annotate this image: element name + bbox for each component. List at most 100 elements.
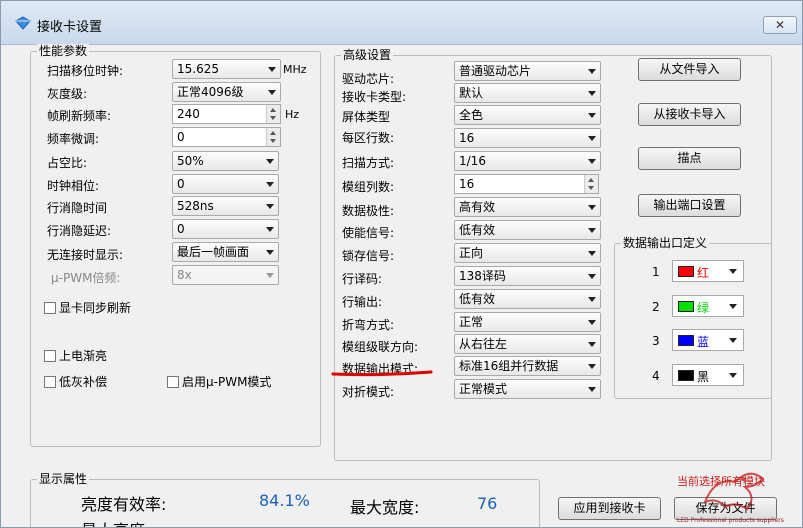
scan-clock-select[interactable]: 15.625 [172,59,281,79]
data-output-mode-select[interactable]: 标准16组并行数据 [454,356,601,376]
latch-signal-label: 锁存信号: [342,249,395,263]
data-polarity-label: 数据极性: [342,204,395,218]
cascade-dir-select[interactable]: 从右往左 [454,334,601,354]
duty-value: 50% [177,154,204,168]
refresh-spinbox[interactable]: 240 [172,104,281,124]
row-output-label: 行输出: [342,295,383,309]
module-cols-label: 模组列数: [342,180,395,194]
chevron-down-icon [266,159,274,164]
lowgray-label: 低灰补偿 [59,375,108,389]
clock-phase-value: 0 [177,177,185,191]
upwm-mult-value: 8x [177,268,192,282]
chevron-down-icon [588,113,596,118]
driver-chip-select[interactable]: 普通驱动芯片 [454,61,601,81]
close-button[interactable]: ✕ [763,16,797,34]
port-color-select[interactable]: 红 [672,260,744,282]
receiver-card-settings-window: 接收卡设置 ✕ 性能参数 扫描移位时钟: 15.625 MHz 灰度级: 正常4… [0,0,803,528]
spin-down-icon[interactable] [270,116,276,120]
no-link-value: 最后一帧画面 [177,245,250,259]
spin-up-icon[interactable] [588,178,594,182]
row-decode-select[interactable]: 138译码 [454,266,601,286]
port-color-select[interactable]: 蓝 [672,329,744,351]
checkbox-icon [44,376,56,388]
output-port-button[interactable]: 输出端口设置 [638,194,741,217]
enable-signal-select[interactable]: 低有效 [454,220,601,240]
data-polarity-select[interactable]: 高有效 [454,197,601,217]
chevron-down-icon [588,364,596,369]
cascade-dir-value: 从右往左 [459,337,508,351]
poweron-label: 上电渐亮 [59,349,108,363]
advanced-legend: 高级设置 [341,48,394,62]
port-color-select[interactable]: 黑 [672,364,744,386]
chevron-down-icon [588,205,596,210]
title-bar: 接收卡设置 ✕ [1,1,802,45]
row-decode-value: 138译码 [459,269,506,283]
poweron-checkbox[interactable]: 上电渐亮 [44,347,107,364]
trace-point-button[interactable]: 描点 [638,147,741,170]
fold-pair-mode-select[interactable]: 正常模式 [454,379,601,399]
scan-clock-label: 扫描移位时钟: [47,64,124,78]
port-color-select[interactable]: 绿 [672,295,744,317]
blank-delay-value: 0 [177,222,185,236]
no-link-label: 无连接时显示: [47,248,124,262]
spin-down-icon[interactable] [270,139,276,143]
freq-fine-spinbox[interactable]: 0 [172,127,281,147]
fold-mode-select[interactable]: 正常 [454,312,601,332]
spin-down-icon[interactable] [588,186,594,190]
vsync-checkbox[interactable]: 显卡同步刷新 [44,299,131,316]
enable-signal-value: 低有效 [459,223,496,237]
blank-time-select[interactable]: 528ns [172,196,279,216]
no-link-select[interactable]: 最后一帧画面 [172,242,279,262]
display-legend: 显示属性 [37,472,90,486]
chevron-down-icon [266,204,274,209]
row-output-select[interactable]: 低有效 [454,289,601,309]
upwm-checkbox[interactable]: 启用μ-PWM模式 [167,373,271,390]
blank-time-value: 528ns [177,199,214,213]
duty-select[interactable]: 50% [172,151,279,171]
blank-delay-select[interactable]: 0 [172,219,279,239]
scan-mode-select[interactable]: 1/16 [454,151,601,171]
refresh-unit: Hz [285,108,300,121]
cascade-dir-label: 模组级联方向: [342,340,419,354]
row-output-value: 低有效 [459,292,496,306]
import-file-button[interactable]: 从文件导入 [638,58,741,81]
chevron-down-icon [266,250,274,255]
spin-up-icon[interactable] [270,131,276,135]
gray-label: 灰度级: [47,87,88,101]
import-card-button[interactable]: 从接收卡导入 [638,103,741,126]
data-polarity-value: 高有效 [459,200,496,214]
lowgray-checkbox[interactable]: 低灰补偿 [44,373,107,390]
card-type-select[interactable]: 默认 [454,83,601,103]
freq-fine-label: 频率微调: [47,132,100,146]
gray-select[interactable]: 正常4096级 [172,82,281,102]
screen-type-label: 屏体类型 [342,110,391,124]
scan-clock-unit: MHz [283,63,307,76]
screen-type-value: 全色 [459,108,484,122]
fold-mode-label: 折弯方式: [342,318,395,332]
scan-mode-value: 1/16 [459,154,486,168]
gray-value: 正常4096级 [177,85,244,99]
fold-pair-mode-label: 对折模式: [342,385,395,399]
fold-mode-value: 正常 [459,315,484,329]
rows-per-zone-select[interactable]: 16 [454,128,601,148]
duty-label: 占空比: [47,156,88,170]
latch-signal-select[interactable]: 正向 [454,243,601,263]
clock-phase-select[interactable]: 0 [172,174,279,194]
clock-phase-label: 时钟相位: [47,179,100,193]
rows-per-zone-value: 16 [459,131,475,145]
checkbox-icon [44,350,56,362]
chevron-down-icon [729,373,737,378]
data-output-mode-value: 标准16组并行数据 [459,359,559,373]
upwm-mult-label: μ-PWM倍频: [51,271,121,285]
chevron-down-icon [729,338,737,343]
port-number: 3 [652,334,660,348]
chevron-down-icon [266,182,274,187]
screen-type-select[interactable]: 全色 [454,105,601,125]
upwm-mult-select: 8x [172,265,279,285]
enable-signal-label: 使能信号: [342,226,395,240]
window-title: 接收卡设置 [37,20,103,35]
apply-button[interactable]: 应用到接收卡 [558,497,661,520]
module-cols-spinbox[interactable]: 16 [454,174,599,194]
driver-chip-value: 普通驱动芯片 [459,64,532,78]
spin-up-icon[interactable] [270,108,276,112]
